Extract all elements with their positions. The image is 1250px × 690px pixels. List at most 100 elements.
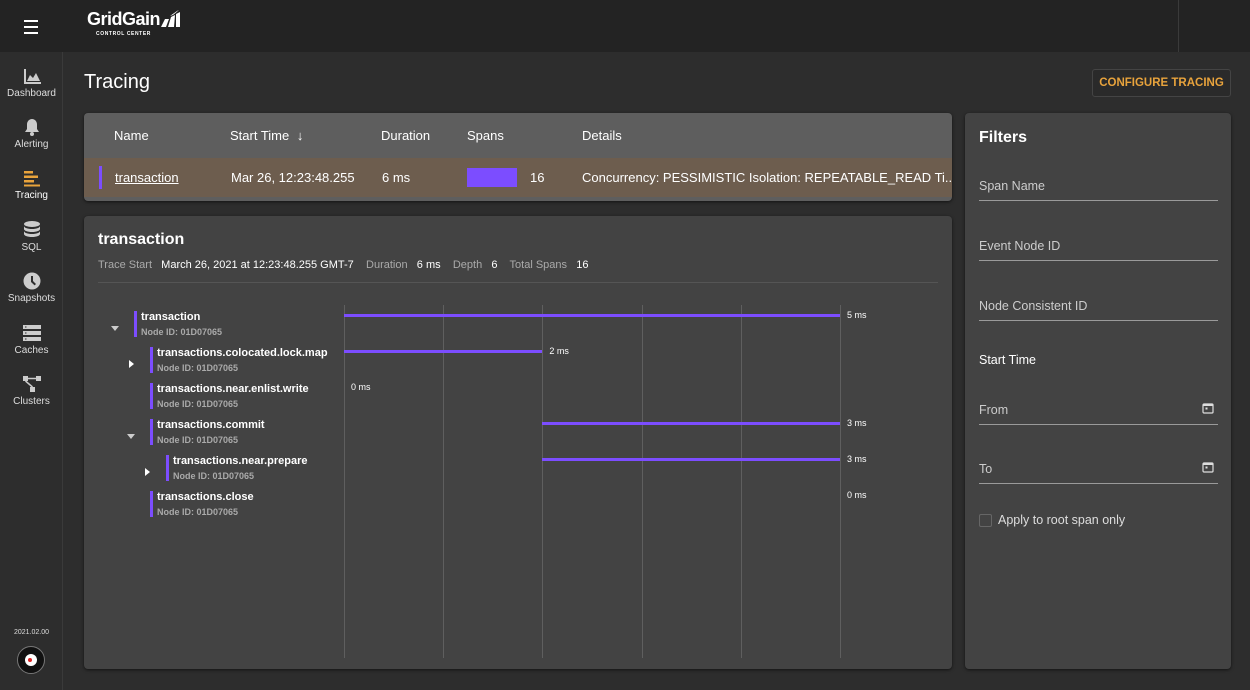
sidebar-item-caches[interactable]: Caches: [0, 323, 63, 373]
trace-detail-title: transaction: [98, 231, 185, 248]
node-consistent-id-field[interactable]: Node Consistent ID: [979, 291, 1218, 321]
trace-start-label: Trace Start: [98, 259, 152, 271]
span-duration-bar[interactable]: [542, 458, 840, 461]
event-node-id-field[interactable]: Event Node ID: [979, 231, 1218, 261]
sidebar: Dashboard Alerting Tracing SQL Snapshots…: [0, 52, 63, 690]
sidebar-item-clusters[interactable]: Clusters: [0, 374, 63, 424]
trace-start-value: March 26, 2021 at 12:23:48.255 GMT-7: [161, 259, 354, 271]
span-name[interactable]: transaction: [141, 311, 200, 323]
depth-label: Depth: [452, 259, 483, 271]
field-label: Node Consistent ID: [979, 299, 1088, 313]
topology-icon: [22, 376, 41, 392]
logo-subtitle: CONTROL CENTER: [96, 31, 151, 37]
span-accent-bar: [150, 419, 153, 445]
timeline-gridline: [344, 305, 345, 658]
total-spans-label: Total Spans: [509, 259, 568, 271]
span-duration-label: 2 ms: [549, 346, 569, 356]
sidebar-item-label: Dashboard: [7, 88, 56, 99]
column-header-label: Start Time: [230, 128, 290, 143]
trace-name-link[interactable]: transaction: [115, 170, 179, 185]
span-name[interactable]: transactions.near.prepare: [173, 455, 308, 467]
timeline-gridline: [641, 305, 643, 658]
column-header-details[interactable]: Details: [582, 128, 622, 143]
sidebar-item-label: Caches: [14, 345, 49, 356]
span-duration-bar[interactable]: [344, 350, 543, 353]
calendar-icon[interactable]: [1202, 402, 1214, 414]
apply-root-only-label[interactable]: Apply to root span only: [998, 513, 1125, 527]
duration-value: 6 ms: [416, 259, 441, 271]
span-duration-bar[interactable]: [542, 422, 840, 425]
apply-root-only-checkbox[interactable]: [979, 514, 992, 527]
logo-text: GridGain: [87, 9, 161, 29]
sidebar-item-label: Tracing: [15, 190, 48, 201]
span-accent-bar: [150, 347, 153, 373]
start-time-label: Start Time: [979, 353, 1036, 367]
sidebar-item-sql[interactable]: SQL: [0, 220, 63, 270]
span-duration-bar[interactable]: [344, 314, 840, 317]
from-date-field[interactable]: From: [979, 395, 1218, 425]
sidebar-item-label: Clusters: [13, 396, 50, 407]
span-duration-label: 0 ms: [351, 382, 371, 392]
topbar-divider: [1178, 0, 1179, 52]
column-header-spans[interactable]: Spans: [467, 128, 504, 143]
sidebar-item-dashboard[interactable]: Dashboard: [0, 66, 63, 116]
configure-tracing-button[interactable]: CONFIGURE TRACING: [1092, 69, 1231, 97]
timeline-gridline: [443, 305, 445, 658]
filters-title: Filters: [979, 129, 1028, 146]
server-list-icon: [22, 325, 41, 341]
span-duration-label: 5 ms: [847, 310, 867, 320]
table-row[interactable]: transaction Mar 26, 12:23:48.255 6 ms 16…: [84, 158, 952, 197]
timeline-gridline: [840, 305, 841, 658]
field-label: From: [979, 403, 1009, 417]
span-name[interactable]: transactions.commit: [157, 419, 265, 431]
span-duration-label: 3 ms: [847, 418, 867, 428]
to-date-field[interactable]: To: [979, 454, 1218, 484]
span-accent-bar: [166, 455, 169, 481]
span-name-field[interactable]: Span Name: [979, 171, 1218, 201]
sidebar-item-label: Alerting: [14, 139, 49, 150]
trace-spans-count: 16: [530, 170, 545, 185]
span-node-id: Node ID: 01D07065: [173, 471, 255, 481]
row-accent-bar: [99, 166, 102, 189]
bell-icon: [24, 119, 39, 136]
span-name[interactable]: transactions.colocated.lock.map: [157, 347, 328, 359]
trace-details: Concurrency: PESSIMISTIC Isolation: REPE…: [582, 170, 952, 185]
caret-down-icon[interactable]: [110, 320, 120, 331]
top-bar: GridGain CONTROL CENTER: [0, 0, 1250, 52]
span-accent-bar: [150, 491, 153, 517]
span-node-id: Node ID: 01D07065: [157, 399, 239, 409]
span-accent-bar: [150, 383, 153, 409]
span-name[interactable]: transactions.near.enlist.write: [157, 383, 309, 395]
trace-meta: Trace Start March 26, 2021 at 12:23:48.2…: [98, 259, 588, 271]
column-header-duration[interactable]: Duration: [381, 128, 430, 143]
total-spans-value: 16: [576, 259, 589, 271]
sidebar-item-tracing[interactable]: Tracing: [0, 168, 63, 218]
caret-right-icon[interactable]: [142, 464, 152, 476]
span-node-id: Node ID: 01D07065: [141, 327, 223, 337]
sidebar-item-snapshots[interactable]: Snapshots: [0, 271, 63, 321]
caret-right-icon[interactable]: [126, 356, 136, 368]
span-duration-label: 3 ms: [847, 454, 867, 464]
filters-panel: Filters Span Name Event Node ID Node Con…: [965, 113, 1231, 669]
column-header-name[interactable]: Name: [114, 128, 149, 143]
trace-start-time: Mar 26, 12:23:48.255: [231, 170, 355, 185]
badge-logo-icon: [25, 654, 37, 666]
trace-duration: 6 ms: [382, 170, 411, 185]
calendar-icon[interactable]: [1202, 461, 1214, 473]
column-header-start-time[interactable]: Start Time ↓: [230, 128, 303, 143]
caret-down-icon[interactable]: [126, 428, 136, 439]
database-icon: [23, 221, 40, 237]
timeline-gridline: [740, 305, 742, 658]
field-label: Event Node ID: [979, 239, 1061, 253]
tracing-icon: [23, 171, 40, 187]
spans-bar: [467, 168, 517, 187]
gridgain-logo[interactable]: GridGain CONTROL CENTER: [87, 9, 180, 37]
field-label: Span Name: [979, 179, 1046, 193]
menu-icon[interactable]: [18, 16, 46, 38]
span-node-id: Node ID: 01D07065: [157, 363, 239, 373]
depth-value: 6: [491, 259, 498, 271]
logo-mark-icon: [161, 10, 180, 27]
span-name[interactable]: transactions.close: [157, 491, 254, 503]
sidebar-item-alerting[interactable]: Alerting: [0, 117, 63, 167]
meta-divider: [98, 282, 938, 283]
